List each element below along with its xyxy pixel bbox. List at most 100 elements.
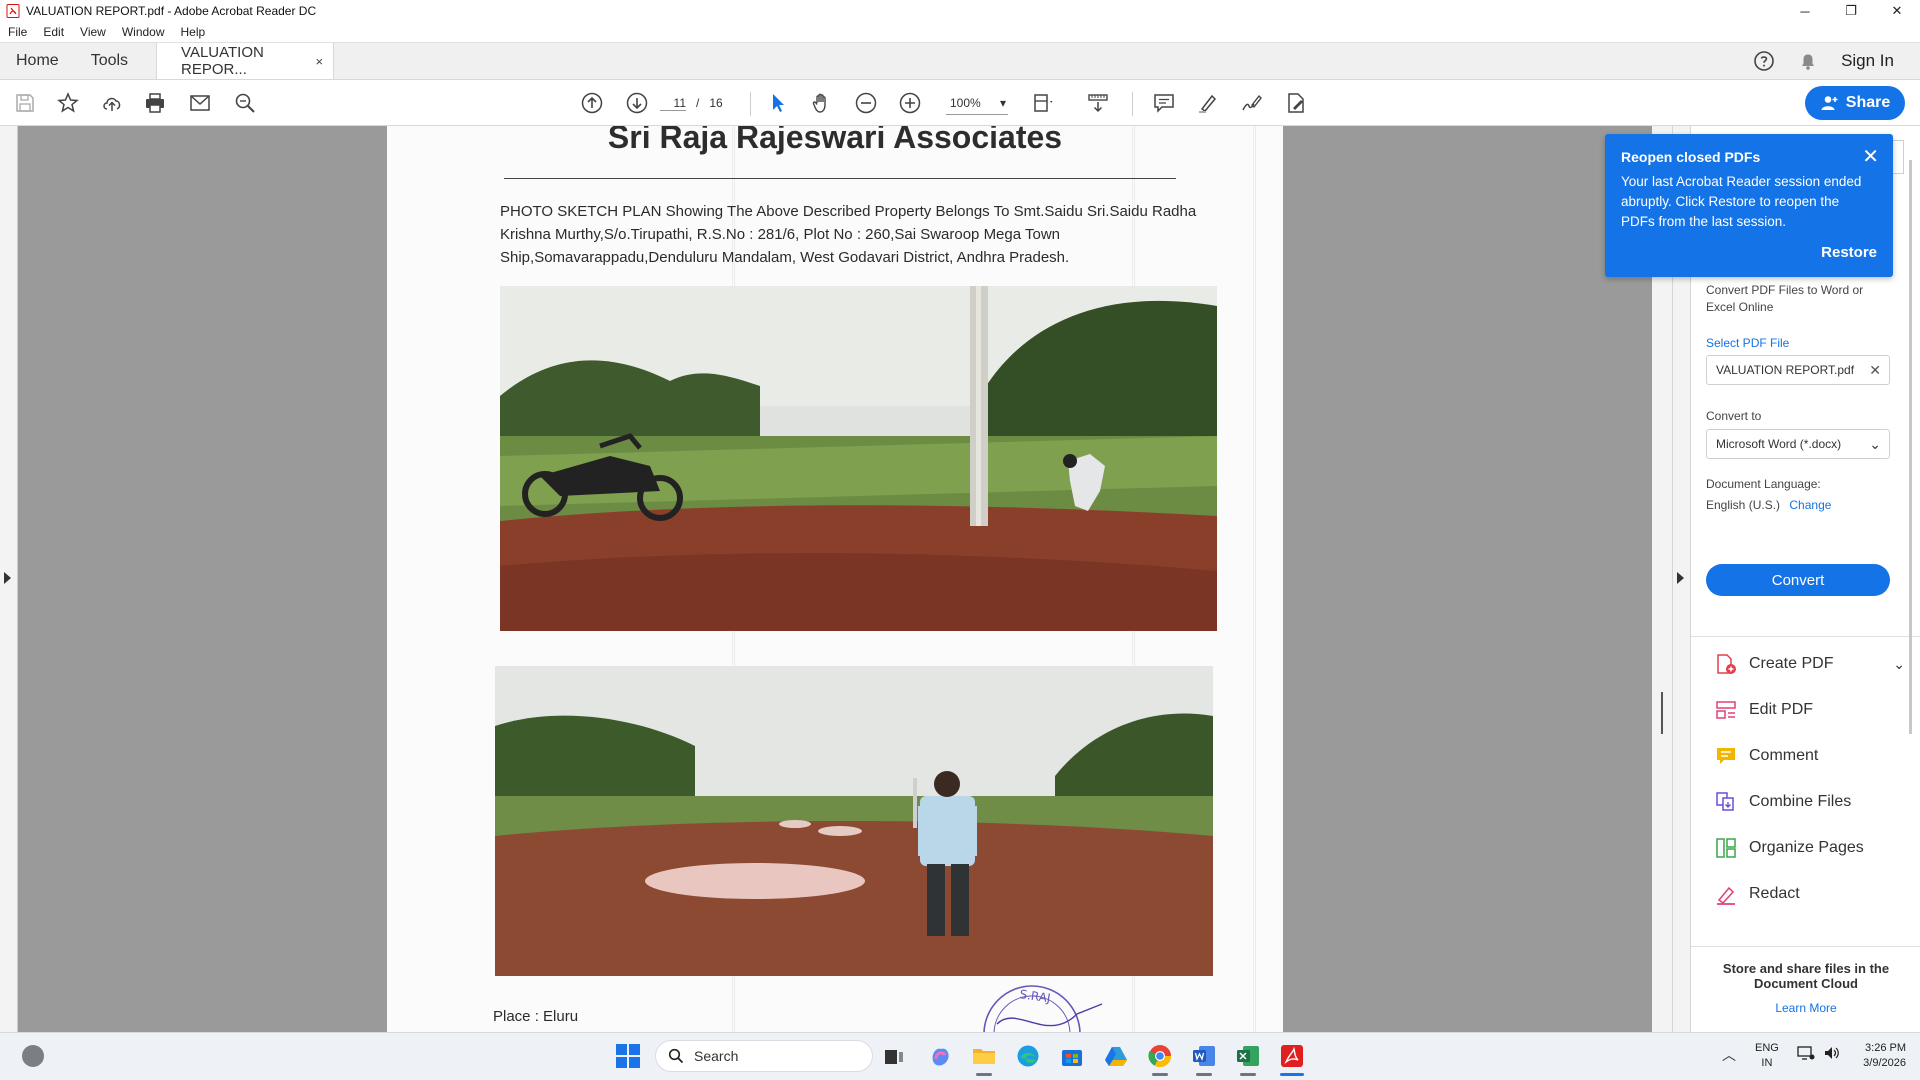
microsoft-store-icon[interactable] bbox=[1058, 1042, 1086, 1070]
restore-button[interactable]: Restore bbox=[1821, 244, 1877, 261]
running-indicator bbox=[1152, 1073, 1168, 1076]
edge-icon[interactable] bbox=[1014, 1042, 1042, 1070]
volume-icon[interactable] bbox=[1823, 1045, 1841, 1061]
page-navigation: 11 / 16 bbox=[660, 91, 730, 115]
tool-edit-pdf[interactable]: Edit PDF bbox=[1715, 695, 1905, 725]
sign-in-link[interactable]: Sign In bbox=[1841, 51, 1894, 71]
convert-format-value: Microsoft Word (*.docx) bbox=[1716, 437, 1842, 451]
close-icon[interactable]: ✕ bbox=[1862, 144, 1879, 169]
zoom-in-icon[interactable] bbox=[898, 91, 922, 115]
tool-create-pdf[interactable]: Create PDF ⌄ bbox=[1715, 649, 1905, 679]
drive-icon[interactable] bbox=[1102, 1042, 1130, 1070]
property-photo-1 bbox=[500, 286, 1217, 631]
next-page-icon[interactable] bbox=[625, 91, 649, 115]
tool-comment[interactable]: Comment bbox=[1715, 741, 1905, 771]
fill-sign-icon[interactable] bbox=[1284, 91, 1308, 115]
maximize-button[interactable]: ❐ bbox=[1828, 0, 1874, 22]
tool-label: Organize Pages bbox=[1749, 839, 1864, 856]
redact-icon bbox=[1717, 886, 1735, 905]
selected-file-field: VALUATION REPORT.pdf ✕ bbox=[1706, 355, 1890, 385]
current-page-input[interactable]: 11 bbox=[660, 96, 686, 111]
notification-bell-icon[interactable] bbox=[1797, 50, 1819, 72]
document-language-label: Document Language: bbox=[1706, 477, 1821, 491]
document-language-row: English (U.S.) Change bbox=[1706, 498, 1831, 512]
system-tray-icons[interactable] bbox=[1797, 1045, 1841, 1061]
tab-bar: Home Tools VALUATION REPOR... × Sign In bbox=[0, 42, 1920, 80]
company-stamp-seal: S.RAJ bbox=[983, 985, 1103, 1032]
tab-document[interactable]: VALUATION REPOR... × bbox=[156, 43, 335, 79]
help-icon[interactable] bbox=[1753, 50, 1775, 72]
pdf-page: Sri Raja Rajeswari Associates PHOTO SKET… bbox=[387, 126, 1283, 1032]
zoom-value: 100% bbox=[950, 95, 981, 110]
word-icon[interactable] bbox=[1190, 1042, 1218, 1070]
file-explorer-icon[interactable] bbox=[970, 1042, 998, 1070]
scroll-mode-icon[interactable] bbox=[1086, 91, 1110, 115]
menu-window[interactable]: Window bbox=[122, 25, 165, 39]
search-placeholder: Search bbox=[694, 1048, 739, 1064]
vertical-scrollbar-thumb[interactable] bbox=[1661, 692, 1663, 734]
upload-cloud-icon[interactable] bbox=[100, 91, 124, 115]
organize-pages-icon bbox=[1716, 838, 1736, 858]
page-fit-icon[interactable] bbox=[1031, 91, 1055, 115]
convert-description: Convert PDF Files to Word or Excel Onlin… bbox=[1706, 283, 1864, 314]
selected-file-name: VALUATION REPORT.pdf bbox=[1716, 363, 1855, 377]
select-cursor-icon[interactable] bbox=[766, 91, 790, 115]
minimize-button[interactable]: ─ bbox=[1782, 0, 1828, 22]
tray-overflow-chevron-icon[interactable]: ︿ bbox=[1722, 1045, 1736, 1065]
convert-button[interactable]: Convert bbox=[1706, 564, 1890, 596]
zoom-level-select[interactable]: 100% ▾ bbox=[946, 91, 1008, 115]
tab-home[interactable]: Home bbox=[0, 43, 75, 79]
clock-time: 3:26 PM bbox=[1865, 1042, 1906, 1054]
windows-start-icon[interactable] bbox=[616, 1044, 640, 1068]
input-language-indicator[interactable]: ENG IN bbox=[1755, 1041, 1779, 1071]
clock[interactable]: 3:26 PM 3/9/2026 bbox=[1852, 1041, 1906, 1071]
comment-tool-icon[interactable] bbox=[1152, 91, 1176, 115]
tab-close-icon[interactable]: × bbox=[315, 54, 323, 69]
excel-icon[interactable] bbox=[1234, 1042, 1262, 1070]
tools-pane-scrollbar[interactable] bbox=[1909, 160, 1912, 734]
convert-to-label: Convert to bbox=[1706, 409, 1762, 423]
zoom-out-icon[interactable] bbox=[854, 91, 878, 115]
print-icon[interactable] bbox=[143, 91, 167, 115]
tool-combine-files[interactable]: Combine Files bbox=[1715, 787, 1905, 817]
copilot-icon[interactable] bbox=[926, 1042, 954, 1070]
share-label: Share bbox=[1845, 94, 1891, 111]
menu-file[interactable]: File bbox=[8, 25, 27, 39]
chrome-icon[interactable] bbox=[1146, 1042, 1174, 1070]
menu-view[interactable]: View bbox=[80, 25, 106, 39]
select-pdf-file-link[interactable]: Select PDF File bbox=[1706, 336, 1789, 350]
widgets-icon[interactable] bbox=[22, 1045, 44, 1067]
menu-edit[interactable]: Edit bbox=[43, 25, 64, 39]
clear-file-icon[interactable]: ✕ bbox=[1869, 362, 1881, 379]
share-button[interactable]: Share bbox=[1805, 86, 1905, 120]
previous-page-icon[interactable] bbox=[580, 91, 604, 115]
change-language-link[interactable]: Change bbox=[1789, 498, 1831, 512]
highlight-pen-icon[interactable] bbox=[1196, 91, 1220, 115]
document-language-value: English (U.S.) bbox=[1706, 498, 1781, 512]
expand-chevron-icon[interactable]: ⌄ bbox=[1893, 656, 1905, 673]
close-window-button[interactable]: ✕ bbox=[1874, 0, 1920, 22]
sign-tool-icon[interactable] bbox=[1240, 91, 1264, 115]
search-icon bbox=[668, 1048, 684, 1064]
task-view-icon[interactable] bbox=[880, 1042, 908, 1070]
window-title: VALUATION REPORT.pdf - Adobe Acrobat Rea… bbox=[26, 4, 317, 18]
combine-files-icon bbox=[1716, 792, 1734, 811]
tab-tools[interactable]: Tools bbox=[75, 43, 144, 79]
save-icon[interactable] bbox=[13, 91, 37, 115]
find-search-icon[interactable] bbox=[233, 91, 257, 115]
collapse-right-pane-icon[interactable] bbox=[1677, 572, 1684, 584]
expand-left-pane-icon[interactable] bbox=[4, 572, 11, 584]
convert-format-select[interactable]: Microsoft Word (*.docx) ⌄ bbox=[1706, 429, 1890, 459]
property-photo-2 bbox=[495, 666, 1213, 976]
learn-more-link[interactable]: Learn More bbox=[1691, 1001, 1920, 1015]
taskbar-search-box[interactable]: Search bbox=[655, 1040, 873, 1072]
email-icon[interactable] bbox=[188, 91, 212, 115]
tool-organize-pages[interactable]: Organize Pages bbox=[1715, 833, 1905, 863]
tool-redact[interactable]: Redact bbox=[1715, 879, 1905, 909]
acrobat-icon[interactable] bbox=[1278, 1042, 1306, 1070]
heading-rule bbox=[504, 178, 1176, 179]
hand-tool-icon[interactable] bbox=[810, 91, 834, 115]
menu-help[interactable]: Help bbox=[181, 25, 206, 39]
network-icon[interactable] bbox=[1797, 1045, 1815, 1061]
bookmark-star-icon[interactable] bbox=[56, 91, 80, 115]
